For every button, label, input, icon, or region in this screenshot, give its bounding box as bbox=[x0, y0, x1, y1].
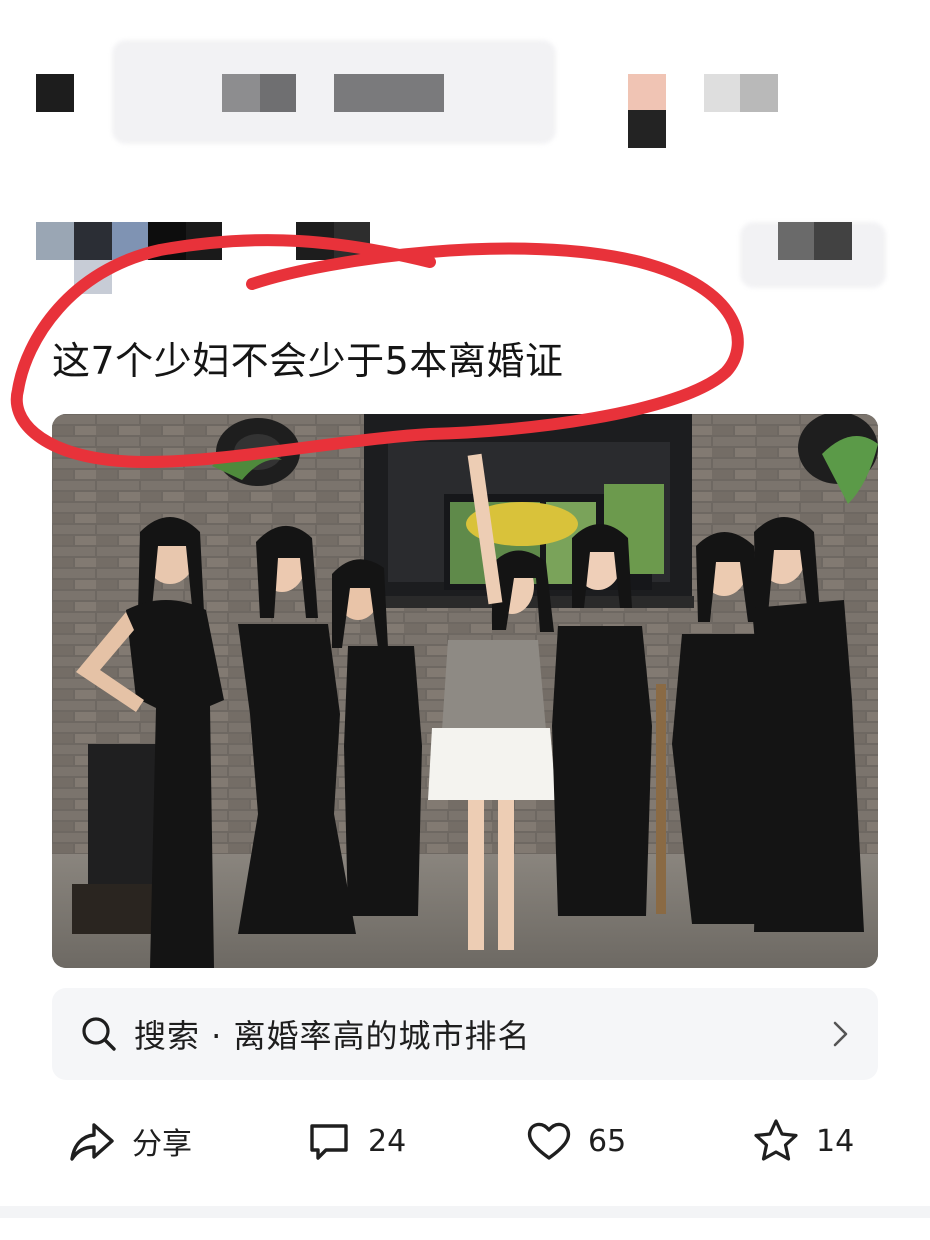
redacted-block bbox=[334, 74, 444, 112]
redacted-block bbox=[74, 260, 112, 294]
redacted-block bbox=[334, 222, 370, 260]
post-page: 这7个少妇不会少于5本离婚证 搜索 · 离婚率高的城市排名 分享 24 65 1… bbox=[0, 0, 930, 1240]
redacted-block bbox=[186, 222, 222, 260]
redacted-block bbox=[628, 110, 666, 148]
star-icon bbox=[754, 1119, 798, 1161]
bottom-divider bbox=[0, 1206, 930, 1218]
post-text: 这7个少妇不会少于5本离婚证 bbox=[52, 339, 564, 383]
redacted-block bbox=[36, 74, 74, 112]
redacted-block bbox=[74, 222, 112, 260]
redacted-block bbox=[36, 222, 74, 260]
share-label: 分享 bbox=[132, 1127, 192, 1162]
share-button[interactable]: 分享 bbox=[68, 1106, 192, 1176]
search-suggestion-label: 搜索 · 离婚率高的城市排名 bbox=[134, 1017, 531, 1055]
redacted-block bbox=[740, 74, 778, 112]
post-photo[interactable] bbox=[52, 414, 878, 968]
redacted-block bbox=[222, 74, 260, 112]
comment-button[interactable]: 24 bbox=[306, 1106, 406, 1176]
redacted-block bbox=[778, 222, 814, 260]
redacted-block bbox=[112, 222, 148, 260]
like-button[interactable]: 65 bbox=[526, 1106, 626, 1176]
comment-count: 24 bbox=[368, 1123, 407, 1159]
redacted-block bbox=[628, 74, 666, 110]
redacted-block bbox=[148, 222, 186, 260]
search-suggestion-bar[interactable]: 搜索 · 离婚率高的城市排名 bbox=[52, 988, 878, 1080]
redacted-block bbox=[260, 74, 296, 112]
like-count: 65 bbox=[588, 1123, 627, 1159]
share-icon bbox=[70, 1123, 114, 1161]
photo-of-seven-women bbox=[52, 414, 878, 968]
heart-icon bbox=[527, 1122, 571, 1160]
chevron-right-icon bbox=[833, 1021, 848, 1047]
redacted-block bbox=[704, 74, 740, 112]
action-bar: 分享 24 65 14 bbox=[0, 1106, 930, 1176]
favorite-count: 14 bbox=[816, 1123, 855, 1159]
comment-icon bbox=[310, 1124, 348, 1160]
redacted-block bbox=[814, 222, 852, 260]
favorite-button[interactable]: 14 bbox=[752, 1106, 854, 1176]
redacted-block bbox=[296, 222, 334, 260]
search-icon bbox=[82, 1017, 116, 1051]
